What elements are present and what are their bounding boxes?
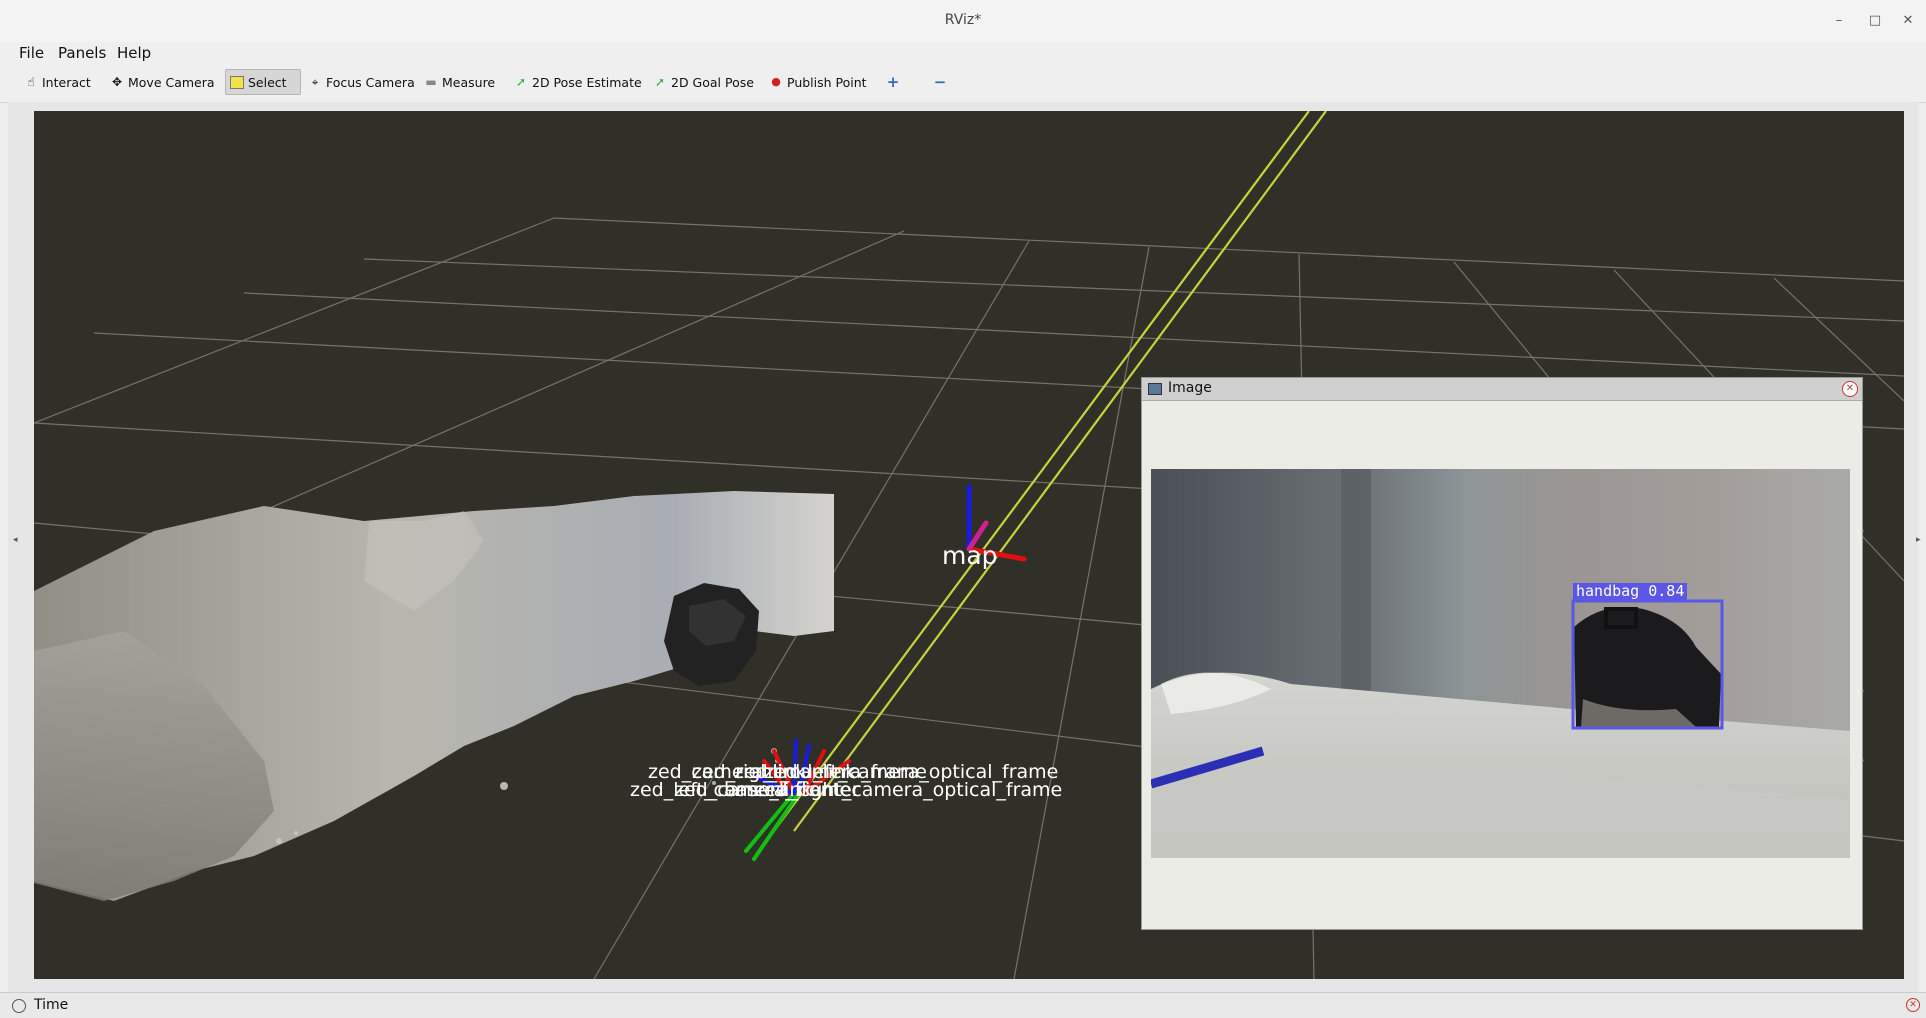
goal-arrow-icon: ➚ xyxy=(654,75,666,89)
map-pin-icon: ● xyxy=(771,75,781,88)
focus-camera-tool[interactable]: ⌖ Focus Camera xyxy=(304,69,419,95)
camera-image: handbag 0.84 xyxy=(1151,469,1850,858)
image-panel[interactable]: Image ✕ handbag 0.84 xyxy=(1141,377,1863,930)
select-icon xyxy=(230,75,244,89)
pose-estimate-tool[interactable]: ➚ 2D Pose Estimate xyxy=(510,69,646,95)
detection-class: handbag xyxy=(1576,582,1640,600)
menu-help[interactable]: Help xyxy=(117,44,151,62)
move-camera-tool[interactable]: ✥ Move Camera xyxy=(106,69,219,95)
select-label: Select xyxy=(248,74,287,90)
move-camera-label: Move Camera xyxy=(128,74,215,90)
menu-panels[interactable]: Panels xyxy=(58,44,106,62)
measure-tool[interactable]: ▬ Measure xyxy=(420,69,499,95)
detection-confidence: 0.84 xyxy=(1648,582,1685,600)
time-panel: Time ✕ xyxy=(0,992,1926,1018)
interact-label: Interact xyxy=(42,74,91,90)
panel-close-icon[interactable]: ✕ xyxy=(1842,381,1858,397)
menu-file[interactable]: File xyxy=(19,44,44,62)
remove-tool-icon: − xyxy=(933,73,947,91)
publish-point-label: Publish Point xyxy=(787,74,867,90)
image-panel-title: Image xyxy=(1168,380,1212,396)
image-icon xyxy=(1148,383,1162,395)
focus-icon: ⌖ xyxy=(311,75,319,89)
add-tool-button[interactable]: + xyxy=(882,69,904,95)
detection-label: handbag 0.84 xyxy=(1573,582,1688,600)
pose-estimate-label: 2D Pose Estimate xyxy=(532,74,642,90)
right-collapse-icon[interactable]: ▸ xyxy=(1916,535,1921,545)
menu-bar: File Panels Help xyxy=(0,42,1926,64)
goal-pose-tool[interactable]: ➚ 2D Goal Pose xyxy=(649,69,758,95)
move-icon: ✥ xyxy=(111,75,123,89)
window-titlebar: RViz* – □ ✕ xyxy=(0,0,1926,43)
pose-arrow-icon: ➚ xyxy=(515,75,527,89)
toolbar: ☝ Interact ✥ Move Camera Select ⌖ Focus … xyxy=(0,64,1926,103)
maximize-button[interactable]: □ xyxy=(1864,10,1886,32)
window-title: RViz* xyxy=(944,12,982,28)
minimize-button[interactable]: – xyxy=(1828,10,1850,32)
add-tool-icon: + xyxy=(886,73,900,91)
interact-tool[interactable]: ☝ Interact xyxy=(20,69,95,95)
focus-camera-label: Focus Camera xyxy=(326,74,415,90)
select-tool[interactable]: Select xyxy=(225,69,301,95)
image-panel-titlebar[interactable]: Image ✕ xyxy=(1142,378,1862,401)
close-time-panel-icon[interactable]: ✕ xyxy=(1906,998,1920,1012)
close-button[interactable]: ✕ xyxy=(1897,10,1919,32)
ruler-icon: ▬ xyxy=(425,75,437,89)
goal-pose-label: 2D Goal Pose xyxy=(671,74,754,90)
map-frame-label: map xyxy=(942,541,998,570)
clock-icon xyxy=(12,999,26,1013)
publish-point-tool[interactable]: ● Publish Point xyxy=(765,69,871,95)
left-collapse-icon[interactable]: ◂ xyxy=(13,535,18,545)
camera-scene xyxy=(1151,469,1850,858)
frame-label: zed_right_camera_optical_frame xyxy=(754,779,1062,801)
measure-label: Measure xyxy=(442,74,496,90)
hand-icon: ☝ xyxy=(27,75,35,89)
remove-tool-button[interactable]: − xyxy=(929,69,951,95)
time-label: Time xyxy=(34,997,69,1013)
camera-frame-labels: zed_camera_link zed_right_camera_frame z… xyxy=(630,761,1062,801)
point-cloud xyxy=(34,491,834,901)
